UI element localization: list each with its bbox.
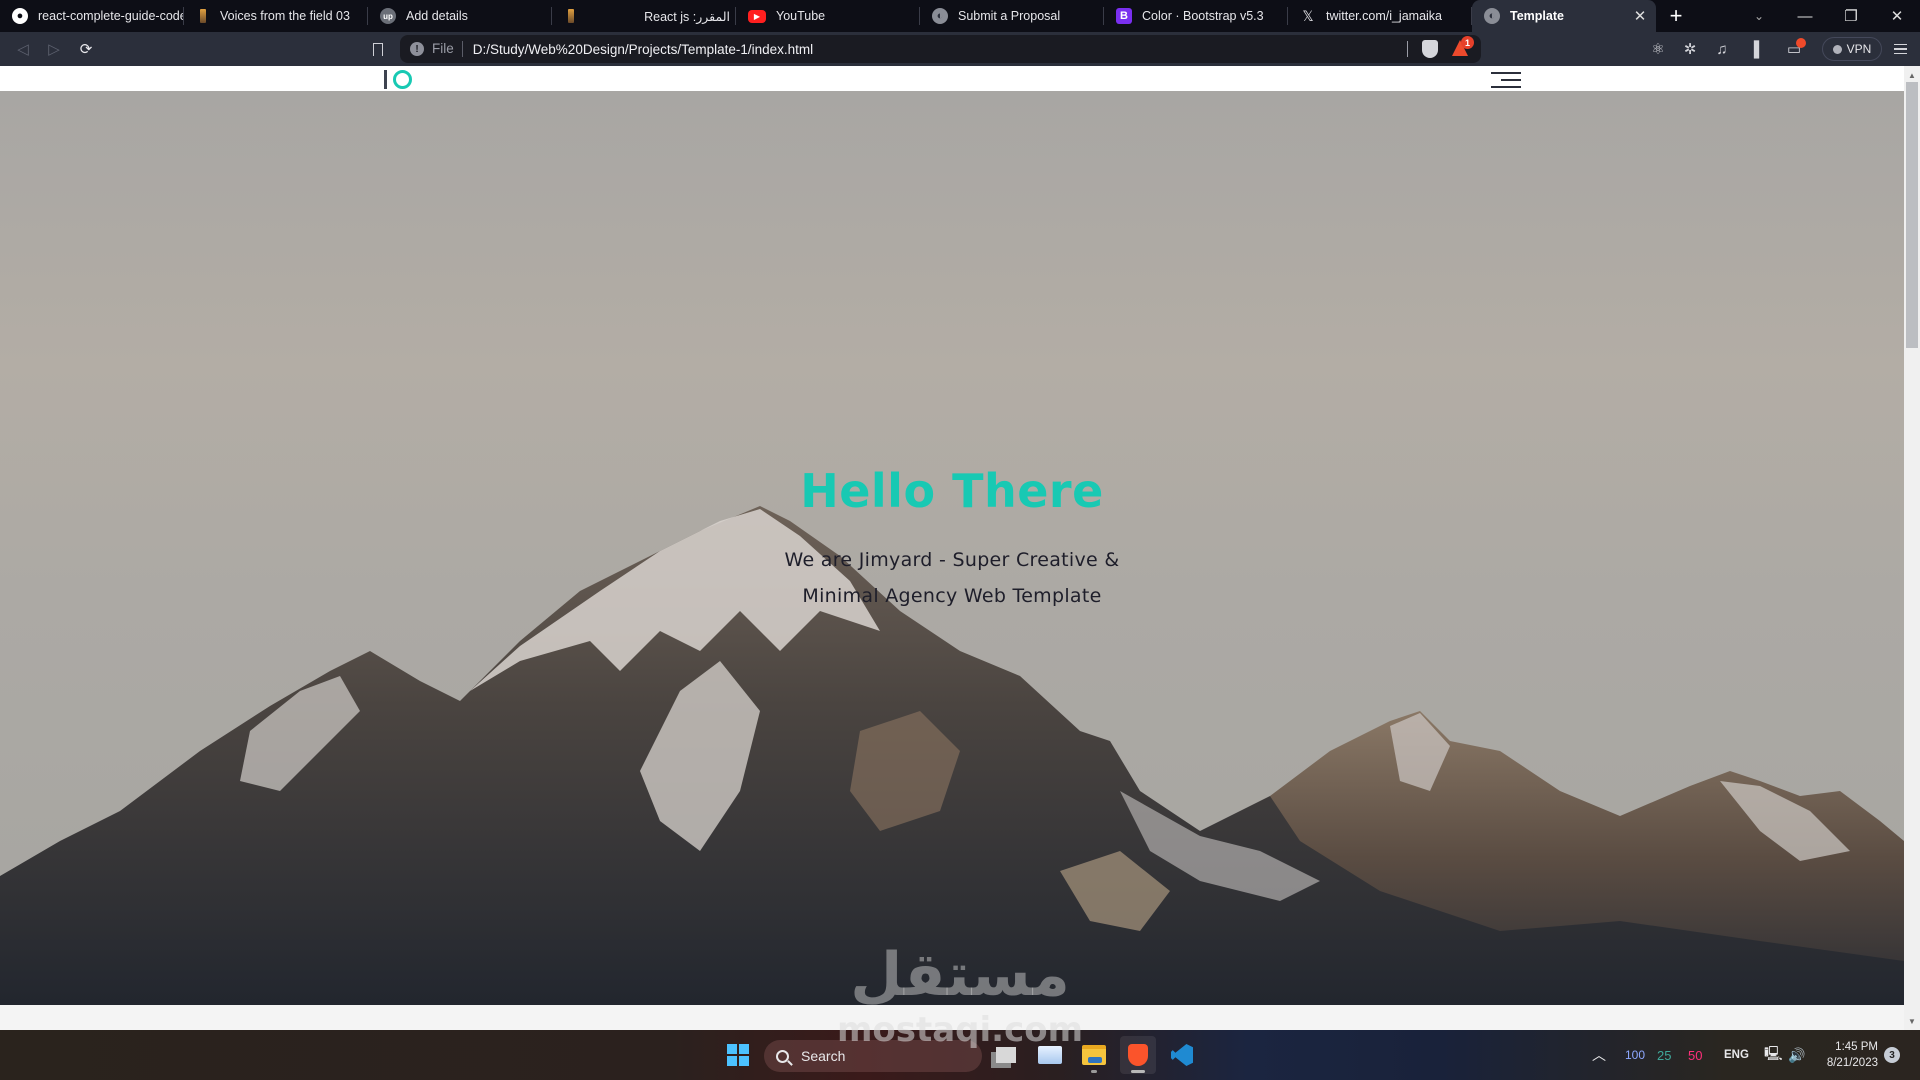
tab-title: Color · Bootstrap v5.3 xyxy=(1142,9,1264,23)
divider xyxy=(1407,41,1408,57)
brave-browser-app[interactable] xyxy=(1120,1036,1156,1074)
browser-toolbar: ◁ ▷ ⟳ ! File D:/Study/Web%20Design/Proje… xyxy=(0,32,1920,66)
language-indicator[interactable]: ENG xyxy=(1724,1030,1749,1080)
tab-title: YouTube xyxy=(776,9,826,23)
tab-title: Add details xyxy=(406,9,468,23)
tab-title: Voices from the field 03 xyxy=(220,9,350,23)
tab-twitter[interactable]: 𝕏 twitter.com/i_jamaika xyxy=(1288,0,1472,32)
minimize-button[interactable]: — xyxy=(1782,0,1828,32)
tab-bootstrap[interactable]: B Color · Bootstrap v5.3 xyxy=(1104,0,1288,32)
tab-youtube[interactable]: ▶ YouTube xyxy=(736,0,920,32)
vscode-app[interactable] xyxy=(1164,1036,1200,1074)
search-placeholder: Search xyxy=(801,1048,846,1064)
close-tab-icon[interactable]: ✕ xyxy=(1630,7,1650,25)
site-logo[interactable] xyxy=(384,69,412,89)
clock-time: 1:45 PM xyxy=(1835,1041,1878,1053)
task-view-button[interactable] xyxy=(988,1036,1024,1074)
show-hidden-icons-chevron-icon[interactable]: ︿ xyxy=(1592,1030,1606,1080)
page-scrollbar[interactable]: ▲ ▼ xyxy=(1904,66,1920,1030)
info-icon[interactable]: ! xyxy=(410,42,424,56)
candle-icon xyxy=(568,9,574,23)
resource-monitor-app[interactable] xyxy=(1032,1036,1068,1074)
tab-search-button[interactable]: ⌄ xyxy=(1744,0,1774,32)
candle-icon xyxy=(200,9,206,23)
address-bar[interactable]: ! File D:/Study/Web%20Design/Projects/Te… xyxy=(400,35,1481,63)
taskbar-search[interactable]: Search xyxy=(764,1040,982,1072)
tab-title: twitter.com/i_jamaika xyxy=(1326,9,1443,23)
scrollbar-thumb[interactable] xyxy=(1906,82,1918,348)
scroll-down-arrow-icon[interactable]: ▼ xyxy=(1904,1014,1920,1028)
tab-submit-proposal[interactable]: ◐ Submit a Proposal xyxy=(920,0,1104,32)
network-icon[interactable]: 🖳 xyxy=(1764,1030,1783,1080)
new-tab-button[interactable]: + xyxy=(1656,0,1696,32)
page-viewport: Hello There We are Jimyard - Super Creat… xyxy=(0,66,1904,1030)
monitor-icon xyxy=(1038,1046,1062,1064)
sidebar-icon[interactable]: ▐ xyxy=(1740,32,1768,66)
globe-icon: ◐ xyxy=(932,8,948,24)
file-explorer-app[interactable] xyxy=(1076,1036,1112,1074)
tab-title: المقرر: React js xyxy=(644,9,730,24)
tab-title: react-complete-guide-code/ xyxy=(38,9,184,23)
folder-icon xyxy=(1082,1045,1106,1065)
clock[interactable]: 1:45 PM 8/21/2023 xyxy=(1818,1030,1878,1080)
url-text[interactable]: D:/Study/Web%20Design/Projects/Template-… xyxy=(473,42,813,57)
youtube-icon: ▶ xyxy=(748,9,766,23)
bookmark-icon[interactable] xyxy=(366,32,390,66)
url-scheme: File xyxy=(432,41,463,57)
media-icon[interactable]: ♫ xyxy=(1708,32,1736,66)
wallet-icon[interactable]: ▭ xyxy=(1780,32,1808,66)
bootstrap-icon: B xyxy=(1116,8,1132,24)
extensions-icon[interactable]: ✲ xyxy=(1676,32,1704,66)
hero-section: Hello There We are Jimyard - Super Creat… xyxy=(0,91,1904,1005)
wallet-badge xyxy=(1796,38,1806,48)
tab-add-details[interactable]: up Add details xyxy=(368,0,552,32)
hero-text: Hello There We are Jimyard - Super Creat… xyxy=(0,464,1904,614)
github-icon: ● xyxy=(12,8,28,24)
volume-icon[interactable]: 🔊 xyxy=(1788,1030,1805,1080)
react-devtools-icon[interactable]: ⚛ xyxy=(1644,32,1672,66)
brave-shields-icon[interactable] xyxy=(1422,40,1438,58)
brave-icon xyxy=(1128,1044,1148,1066)
logo-ring xyxy=(393,69,412,89)
logo-bar xyxy=(384,69,387,89)
tray-meter-50[interactable]: 50 xyxy=(1688,1030,1702,1080)
scroll-up-arrow-icon[interactable]: ▲ xyxy=(1904,68,1920,82)
menu-icon[interactable] xyxy=(1886,32,1914,66)
tray-meter-25[interactable]: 25 xyxy=(1657,1030,1671,1080)
forward-button[interactable]: ▷ xyxy=(39,32,69,66)
start-button[interactable] xyxy=(727,1044,749,1066)
tab-title: Template xyxy=(1510,9,1564,23)
windows-taskbar: Search ︿ 100 25 50 ENG 🖳 🔊 1:45 PM 8/21/… xyxy=(0,1030,1920,1080)
tab-react-course[interactable]: المقرر: React js xyxy=(552,0,736,32)
globe-icon: ◐ xyxy=(1484,8,1500,24)
clock-date: 8/21/2023 xyxy=(1826,1057,1878,1069)
tab-github[interactable]: ● react-complete-guide-code/ xyxy=(0,0,184,32)
back-button[interactable]: ◁ xyxy=(8,32,38,66)
hamburger-menu-icon[interactable] xyxy=(1491,72,1521,88)
tray-cpu-meter[interactable]: 100 xyxy=(1625,1030,1645,1080)
task-view-icon xyxy=(996,1047,1016,1063)
hero-title: Hello There xyxy=(800,464,1104,518)
notification-badge[interactable]: 3 xyxy=(1884,1047,1900,1063)
hero-subtitle: We are Jimyard - Super Creative & Minima… xyxy=(784,549,1120,607)
tab-template[interactable]: ◐ Template ✕ xyxy=(1472,0,1656,32)
vscode-icon xyxy=(1171,1044,1193,1066)
reload-button[interactable]: ⟳ xyxy=(71,32,101,66)
vpn-label: VPN xyxy=(1846,42,1872,56)
rewards-badge: 1 xyxy=(1461,36,1474,49)
close-window-button[interactable]: ✕ xyxy=(1874,0,1920,32)
maximize-button[interactable]: ❐ xyxy=(1828,0,1874,32)
site-navbar xyxy=(0,66,1904,91)
tab-voices[interactable]: Voices from the field 03 xyxy=(184,0,368,32)
vpn-button[interactable]: VPN xyxy=(1822,37,1882,61)
tab-strip: ● react-complete-guide-code/ Voices from… xyxy=(0,0,1920,32)
x-icon: 𝕏 xyxy=(1302,7,1314,24)
window-controls: — ❐ ✕ xyxy=(1782,0,1920,32)
upwork-icon: up xyxy=(380,8,396,24)
tab-title: Submit a Proposal xyxy=(958,9,1061,23)
search-icon xyxy=(776,1049,789,1063)
vpn-status-icon xyxy=(1832,44,1842,54)
